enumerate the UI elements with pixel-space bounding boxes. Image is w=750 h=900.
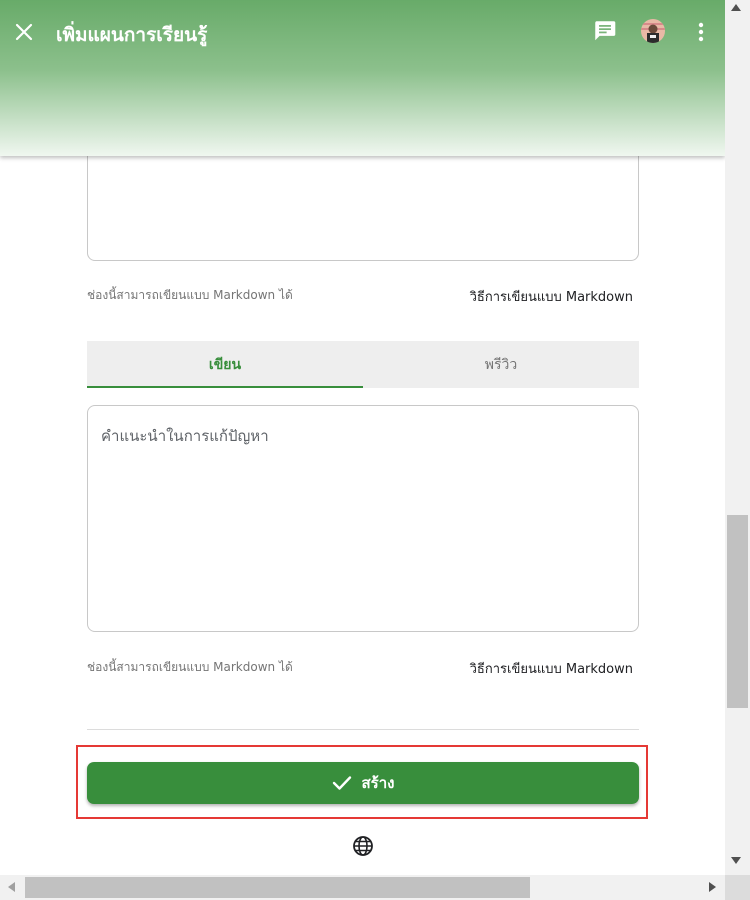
chat-icon — [595, 21, 616, 41]
create-button[interactable]: สร้าง — [87, 762, 639, 804]
markdown-guide-link-bottom[interactable]: วิธีการเขียนแบบ Markdown — [470, 658, 633, 679]
check-icon — [332, 776, 351, 790]
avatar[interactable] — [641, 19, 665, 43]
more-options-button[interactable] — [690, 19, 712, 45]
scroll-up-arrow-icon[interactable] — [731, 4, 741, 11]
solution-hint-editor[interactable] — [87, 405, 639, 632]
globe-icon — [353, 836, 373, 856]
close-icon — [15, 23, 33, 41]
close-button[interactable] — [10, 18, 38, 46]
vertical-scroll-thumb[interactable] — [727, 515, 748, 708]
markdown-hint-bottom: ช่องนี้สามารถเขียนแบบ Markdown ได้ — [87, 660, 293, 674]
horizontal-scroll-thumb[interactable] — [25, 877, 530, 898]
vertical-scrollbar[interactable] — [725, 0, 750, 875]
scrollbar-corner — [725, 875, 750, 900]
solution-hint-textarea[interactable] — [88, 406, 638, 631]
scroll-down-arrow-icon[interactable] — [731, 857, 741, 864]
scroll-left-arrow-icon[interactable] — [8, 882, 15, 892]
tab-write[interactable]: เขียน — [87, 341, 363, 388]
markdown-hint-top: ช่องนี้สามารถเขียนแบบ Markdown ได้ — [87, 288, 293, 302]
language-button[interactable] — [352, 835, 374, 857]
more-vertical-icon — [698, 22, 704, 42]
user-avatar-icon — [641, 19, 665, 43]
horizontal-scrollbar[interactable] — [0, 875, 725, 900]
app-bar: เพิ่มแผนการเรียนรู้ — [0, 0, 725, 156]
scroll-right-arrow-icon[interactable] — [709, 882, 716, 892]
editor-tabs: เขียน พรีวิว — [87, 341, 639, 388]
section-divider — [87, 729, 639, 730]
chat-button[interactable] — [592, 18, 618, 44]
create-button-label: สร้าง — [361, 774, 395, 792]
page-viewport: เพิ่มแผนการเรียนรู้ ช่องนี้สามารถเขียนแบ… — [0, 0, 725, 875]
tab-preview[interactable]: พรีวิว — [363, 341, 639, 388]
markdown-guide-link-top[interactable]: วิธีการเขียนแบบ Markdown — [470, 286, 633, 307]
page-title: เพิ่มแผนการเรียนรู้ — [56, 24, 208, 46]
